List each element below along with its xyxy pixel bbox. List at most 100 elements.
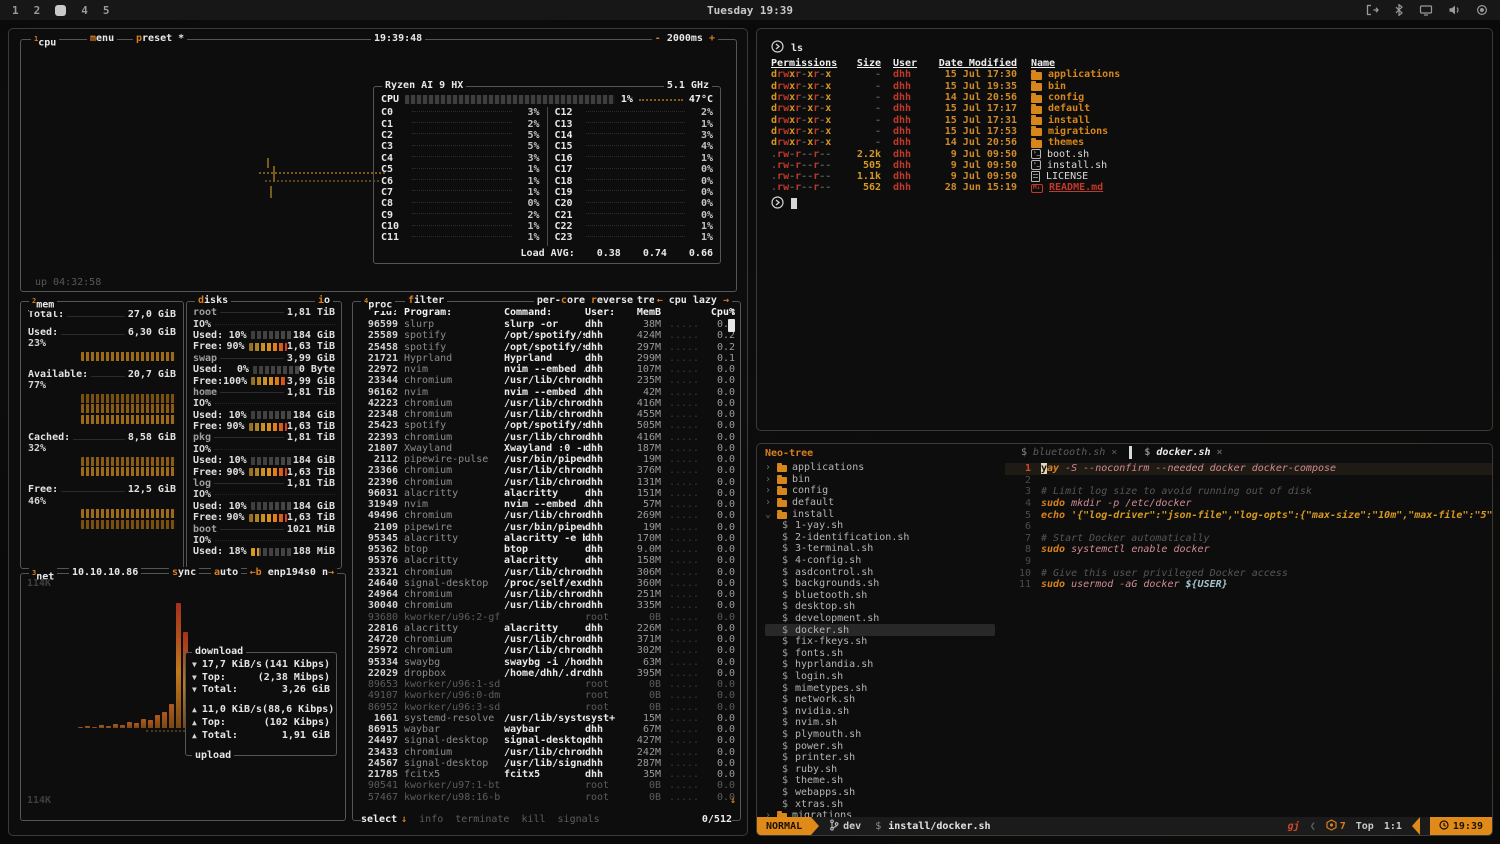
- proc-row[interactable]: 25423spotify/opt/spotify/spotidhh505M...…: [358, 420, 735, 431]
- net-auto-button[interactable]: auto: [211, 567, 241, 579]
- proc-row[interactable]: 24567signal-desktop/usr/lib/signal-dedhh…: [358, 758, 735, 769]
- tree-item-applications[interactable]: ›applications: [765, 462, 1005, 474]
- net-sync-button[interactable]: sync: [169, 567, 199, 579]
- tree-item-asdcontrol.sh[interactable]: $asdcontrol.sh: [765, 566, 1005, 578]
- tree-item-fix-fkeys.sh[interactable]: $fix-fkeys.sh: [765, 636, 1005, 648]
- cpu-panel-title[interactable]: 1cpu: [31, 33, 59, 49]
- tree-item-default[interactable]: ›default: [765, 497, 1005, 509]
- sort-selector[interactable]: ← cpu lazy →: [654, 295, 732, 307]
- proc-row[interactable]: 95362btopbtopdhh9.0M.....0.0: [358, 544, 735, 555]
- terminate-action[interactable]: terminate: [455, 814, 509, 825]
- tree-item-migrations[interactable]: ›migrations: [765, 810, 1005, 817]
- proc-row[interactable]: 24640signal-desktop/proc/self/exe --tdhh…: [358, 578, 735, 589]
- io-toggle[interactable]: io: [315, 295, 333, 307]
- tree-item-4-config.sh[interactable]: $4-config.sh: [765, 555, 1005, 567]
- signals-action[interactable]: signals: [558, 814, 600, 825]
- tree-item-ruby.sh[interactable]: $ruby.sh: [765, 763, 1005, 775]
- code-buffer[interactable]: 1yay -S --noconfirm --needed docker dock…: [1005, 463, 1492, 817]
- tree-item-xtras.sh[interactable]: $xtras.sh: [765, 798, 1005, 810]
- tree-item-hyprlandia.sh[interactable]: $hyprlandia.sh: [765, 659, 1005, 671]
- proc-row[interactable]: 23321chromium/usr/lib/chromium/dhh306M..…: [358, 567, 735, 578]
- proc-row[interactable]: 22348chromium/usr/lib/chromium/dhh455M..…: [358, 409, 735, 420]
- filter-button[interactable]: filter: [405, 295, 447, 307]
- net-interface-switcher[interactable]: ←b enp194s0 n→: [247, 567, 337, 579]
- proc-row[interactable]: 95334swaybgswaybg -i /home/dhdhh63M.....…: [358, 657, 735, 668]
- proc-row[interactable]: 22816alacrittyalacrittydhh226M.....0.0: [358, 623, 735, 634]
- tree-item-development.sh[interactable]: $development.sh: [765, 613, 1005, 625]
- disks-panel-title[interactable]: disks: [195, 295, 231, 307]
- tree-item-docker.sh[interactable]: $docker.sh: [765, 624, 995, 636]
- tab-close-icon[interactable]: ×: [1111, 447, 1117, 458]
- proc-row[interactable]: 90541kworker/u97:1-btroot0B.....0.0: [358, 780, 735, 791]
- proc-row[interactable]: 31949nvimnvim --embed .dhh57M.....0.0: [358, 499, 735, 510]
- proc-row[interactable]: 24720chromium/usr/lib/chromium/dhh371M..…: [358, 634, 735, 645]
- scroll-up-arrow[interactable]: ↑: [730, 306, 736, 317]
- tree-item-desktop.sh[interactable]: $desktop.sh: [765, 601, 1005, 613]
- proc-row[interactable]: 22396chromium/usr/lib/chromium/dhh131M..…: [358, 477, 735, 488]
- tree-item-power.sh[interactable]: $power.sh: [765, 740, 1005, 752]
- proc-panel-title[interactable]: 4proc: [361, 295, 395, 311]
- kill-action[interactable]: kill: [521, 814, 545, 825]
- tree-item-backgrounds.sh[interactable]: $backgrounds.sh: [765, 578, 1005, 590]
- proc-scrollbar[interactable]: [728, 319, 735, 332]
- proc-row[interactable]: 95345alacrittyalacritty -e btopdhh170M..…: [358, 533, 735, 544]
- tree-item-login.sh[interactable]: $login.sh: [765, 671, 1005, 683]
- update-interval[interactable]: - 2000ms +: [652, 33, 718, 45]
- per-core-toggle[interactable]: per-core: [534, 295, 588, 307]
- tree-item-2-identification.sh[interactable]: $2-identification.sh: [765, 532, 1005, 544]
- info-action[interactable]: info: [419, 814, 443, 825]
- proc-row[interactable]: 49496chromium/usr/lib/chromium/dhh269M..…: [358, 510, 735, 521]
- proc-row[interactable]: 23366chromium/usr/lib/chromium/dhh376M..…: [358, 465, 735, 476]
- mem-panel-title[interactable]: 2mem: [29, 295, 57, 311]
- proc-row[interactable]: 86952kworker/u96:3-sdroot0B.....0.0: [358, 702, 735, 713]
- proc-row[interactable]: 95376alacrittyalacrittydhh158M.....0.0: [358, 555, 735, 566]
- tab-docker.sh[interactable]: $docker.sh×: [1134, 444, 1232, 461]
- proc-row[interactable]: 86915waybarwaybardhh67M.....0.0: [358, 724, 735, 735]
- proc-row[interactable]: 23433chromium/usr/lib/chromium/dhh242M..…: [358, 747, 735, 758]
- display-icon[interactable]: [1419, 4, 1433, 16]
- tree-item-network.sh[interactable]: $network.sh: [765, 694, 1005, 706]
- preset-button[interactable]: preset *: [133, 33, 187, 45]
- tree-item-printer.sh[interactable]: $printer.sh: [765, 752, 1005, 764]
- proc-row[interactable]: 2112pipewire-pulse/usr/bin/pipewire-dhh1…: [358, 454, 735, 465]
- logout-icon[interactable]: [1366, 4, 1379, 16]
- volume-icon[interactable]: [1448, 4, 1461, 16]
- select-action[interactable]: select: [361, 814, 397, 825]
- tree-item-config[interactable]: ›config: [765, 485, 1005, 497]
- menu-button[interactable]: menu: [87, 33, 117, 45]
- tree-item-plymouth.sh[interactable]: $plymouth.sh: [765, 729, 1005, 741]
- tree-item-3-terminal.sh[interactable]: $3-terminal.sh: [765, 543, 1005, 555]
- tab-close-icon[interactable]: ×: [1217, 447, 1223, 458]
- proc-row[interactable]: 96031alacrittyalacrittydhh151M.....0.0: [358, 488, 735, 499]
- proc-row[interactable]: 22972nvimnvim --embed .dhh107M.....0.0: [358, 364, 735, 375]
- proc-row[interactable]: 24497signal-desktopsignal-desktopdhh427M…: [358, 735, 735, 746]
- tree-item-nvim.sh[interactable]: $nvim.sh: [765, 717, 1005, 729]
- proc-row[interactable]: 49107kworker/u96:0-dmroot0B.....0.0: [358, 690, 735, 701]
- proc-row[interactable]: 89653kworker/u96:1-sdroot0B.....0.0: [358, 679, 735, 690]
- proc-row[interactable]: 57467kworker/u98:16-broot0B.....0.0: [358, 792, 735, 803]
- proc-row[interactable]: 22029dropbox/home/dhh/.dropboxdhh395M...…: [358, 668, 735, 679]
- proc-row[interactable]: 96599slurpslurp -ordhh38M.....0.0: [358, 319, 735, 330]
- tab-bluetooth.sh[interactable]: $bluetooth.sh×: [1011, 444, 1127, 461]
- proc-row[interactable]: 25589spotify/opt/spotify/spotidhh424M...…: [358, 330, 735, 341]
- tree-item-webapps.sh[interactable]: $webapps.sh: [765, 787, 1005, 799]
- proc-row[interactable]: 23344chromium/usr/lib/chromium/dhh235M..…: [358, 375, 735, 386]
- proc-row[interactable]: 21807XwaylandXwayland :0 -rootldhh187M..…: [358, 443, 735, 454]
- prompt-line-active[interactable]: [771, 197, 1478, 211]
- proc-row[interactable]: 22393chromium/usr/lib/chromium/dhh416M..…: [358, 432, 735, 443]
- proc-row[interactable]: 25972chromium/usr/lib/chromium/dhh302M..…: [358, 645, 735, 656]
- record-icon[interactable]: [1476, 4, 1488, 16]
- proc-row[interactable]: 21785fcitx5fcitx5dhh35M.....0.0: [358, 769, 735, 780]
- proc-row[interactable]: 2109pipewire/usr/bin/pipewiredhh19M.....…: [358, 522, 735, 533]
- proc-row[interactable]: 25458spotify/opt/spotify/spotidhh297M...…: [358, 342, 735, 353]
- tree-item-nvidia.sh[interactable]: $nvidia.sh: [765, 705, 1005, 717]
- proc-row[interactable]: 21721HyprlandHyprlanddhh299M.....0.1: [358, 353, 735, 364]
- tree-item-theme.sh[interactable]: $theme.sh: [765, 775, 1005, 787]
- tree-item-bin[interactable]: ›bin: [765, 474, 1005, 486]
- tree-item-install[interactable]: ⌄install: [765, 508, 1005, 520]
- proc-row[interactable]: 1661systemd-resolve/usr/lib/systemd/ssys…: [358, 713, 735, 724]
- proc-row[interactable]: 42223chromium/usr/lib/chromium/dhh416M..…: [358, 398, 735, 409]
- proc-row[interactable]: 24964chromium/usr/lib/chromium/dhh251M..…: [358, 589, 735, 600]
- bluetooth-icon[interactable]: [1394, 4, 1404, 16]
- tree-item-fonts.sh[interactable]: $fonts.sh: [765, 648, 1005, 660]
